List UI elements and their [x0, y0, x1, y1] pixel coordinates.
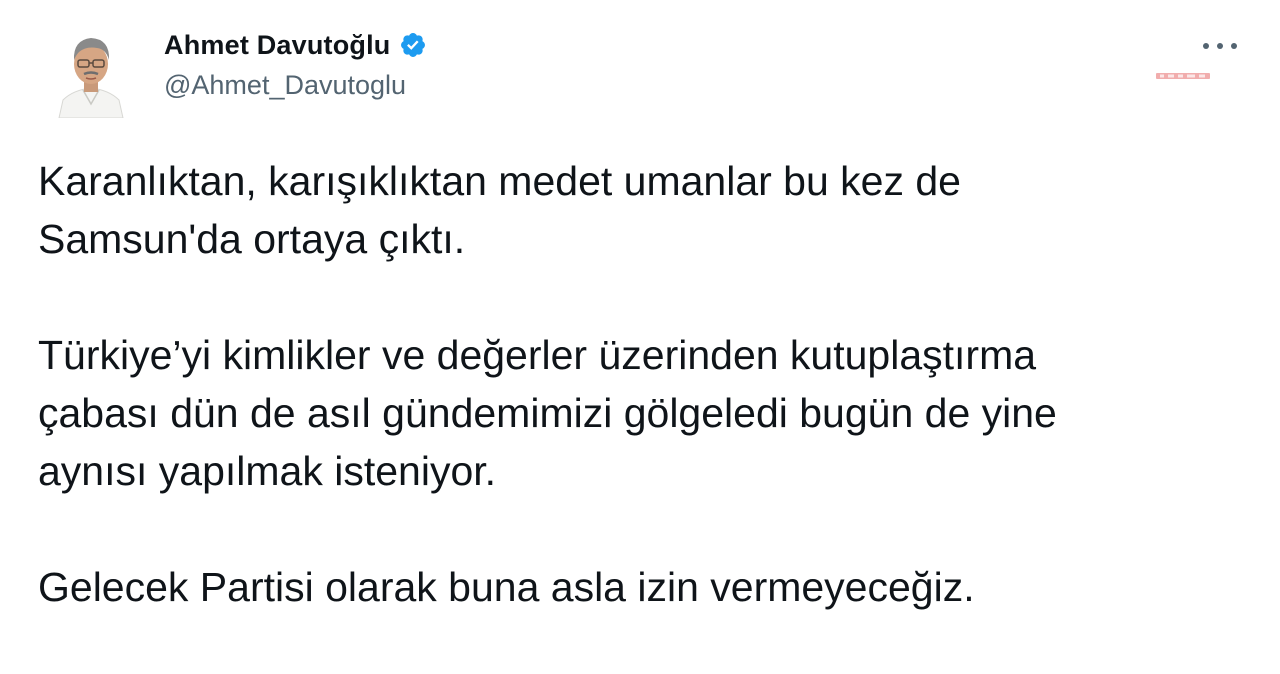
watermark-logo [1154, 69, 1212, 83]
avatar[interactable] [53, 22, 129, 118]
more-horizontal-icon [1203, 43, 1237, 49]
more-options-button[interactable] [1198, 36, 1242, 56]
tweet-paragraph: Karanlıktan, karışıklıktan medet umanlar… [38, 152, 1258, 268]
tweet-card: Ahmet Davutoğlu @Ahmet_Davutoglu Karanlı… [0, 0, 1280, 640]
display-name[interactable]: Ahmet Davutoğlu [164, 30, 391, 61]
name-row: Ahmet Davutoğlu [164, 28, 427, 62]
tweet-line: çabası dün de asıl gündemimizi gölgeledi… [38, 390, 1057, 436]
tweet-line: Türkiye’yi kimlikler ve değerler üzerind… [38, 332, 1037, 378]
tweet-line: aynısı yapılmak isteniyor. [38, 448, 497, 494]
user-handle[interactable]: @Ahmet_Davutoglu [164, 70, 427, 101]
tweet-paragraph: Türkiye’yi kimlikler ve değerler üzerind… [38, 326, 1258, 500]
author-block: Ahmet Davutoğlu @Ahmet_Davutoglu [164, 28, 427, 101]
tweet-text: Karanlıktan, karışıklıktan medet umanlar… [38, 152, 1258, 674]
tweet-line: Gelecek Partisi olarak buna asla izin ve… [38, 564, 975, 610]
tweet-line: Karanlıktan, karışıklıktan medet umanlar… [38, 158, 961, 204]
profile-photo [58, 38, 124, 118]
verified-badge-icon [399, 31, 427, 59]
tweet-line: Samsun'da ortaya çıktı. [38, 216, 466, 262]
tweet-paragraph: Gelecek Partisi olarak buna asla izin ve… [38, 558, 1258, 616]
